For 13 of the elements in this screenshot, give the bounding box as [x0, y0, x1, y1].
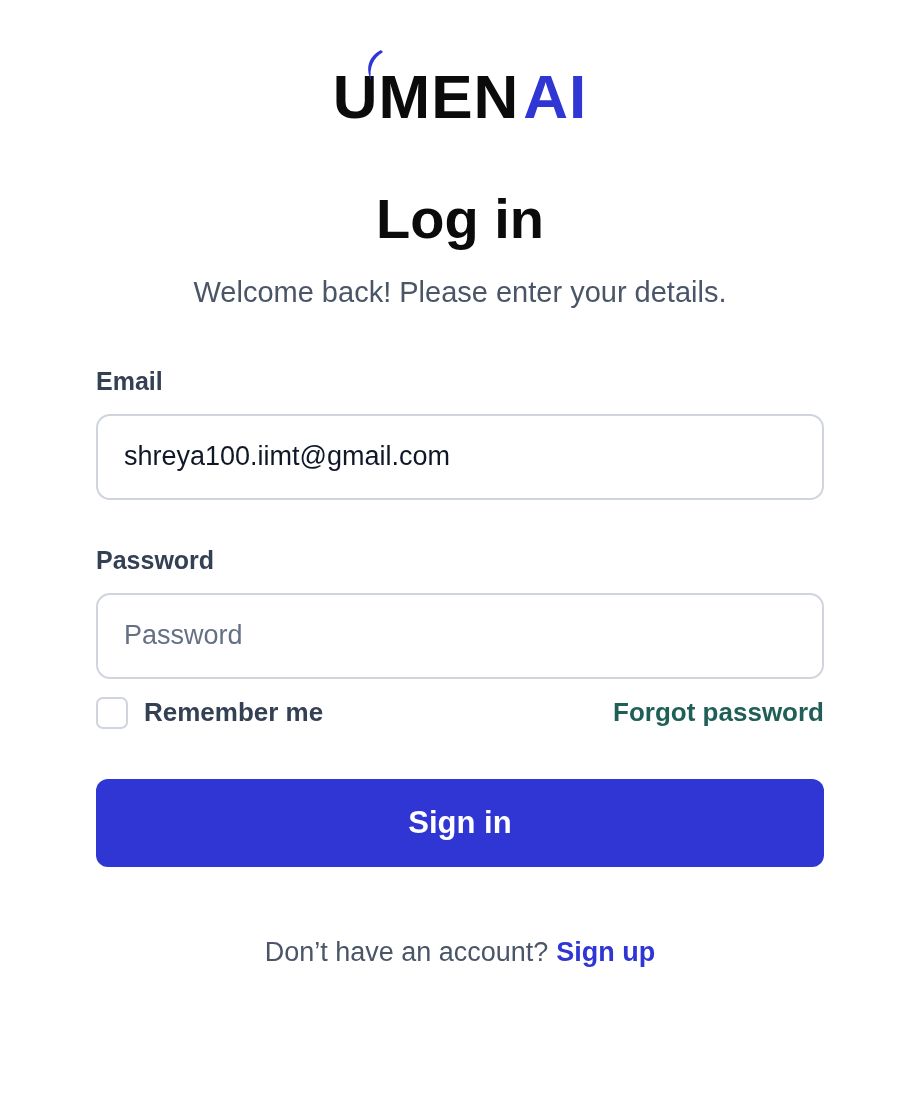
input-field[interactable]: Password	[96, 592, 824, 679]
sign-in-button[interactable]: Sign in	[96, 778, 824, 867]
remember-label: Remember me	[144, 697, 324, 729]
input-field[interactable]: shreya100.iimt@gmail.com	[96, 413, 824, 500]
forgot-password-link[interactable]: Forgot password	[613, 697, 824, 729]
field-label: Email	[96, 366, 164, 396]
subtitle: Welcome back! Please enter your details.	[193, 275, 727, 309]
field-label: Password	[96, 545, 216, 575]
footer-text: Don’t have an account?	[264, 936, 549, 968]
logo: UMENAI	[332, 58, 588, 136]
page-title: Log in	[376, 188, 544, 250]
sign-up-link[interactable]: Sign up	[556, 936, 656, 968]
remember-checkbox[interactable]	[96, 696, 128, 729]
